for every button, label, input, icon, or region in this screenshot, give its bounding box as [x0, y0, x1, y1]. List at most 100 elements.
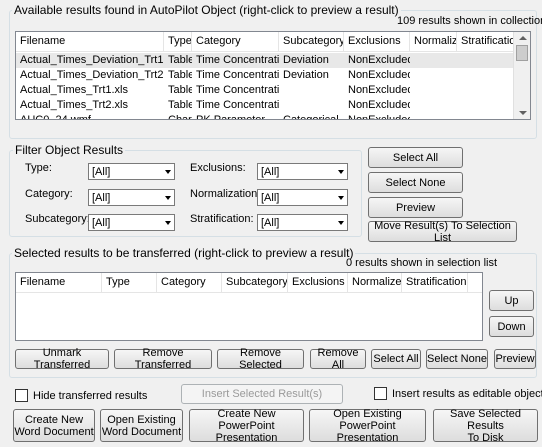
selected-results-count: 0 results shown in selection list [346, 257, 498, 269]
cell-type: Table [168, 54, 192, 66]
remove-selected-button[interactable]: Remove Selected [217, 347, 304, 371]
open-word-button[interactable]: Open Existing Word Document [100, 409, 183, 442]
chevron-down-icon [338, 221, 344, 225]
table-row[interactable]: AUC0_24.wmf Chart PK Parameter Categorical N… [16, 113, 515, 120]
cell-normalize [410, 68, 457, 83]
create-powerpoint-button[interactable]: Create New PowerPoint Presentation [189, 408, 304, 444]
insert-editable-label: Insert results as editable objects [392, 388, 542, 400]
save-to-disk-button[interactable]: Save Selected Results To Disk [433, 408, 538, 444]
exclusions-dropdown[interactable]: [All] [257, 163, 348, 180]
column-header-stratification[interactable]: Stratification [402, 273, 468, 293]
category-label: Category: [25, 188, 73, 200]
category-dropdown[interactable]: [All] [88, 189, 175, 206]
cell-category: Time Concentration [196, 54, 279, 66]
list-preview-button[interactable]: Preview [494, 349, 536, 369]
column-header-exclusions[interactable]: Exclusions [344, 32, 410, 52]
scroll-thumb[interactable] [516, 45, 528, 61]
select-all-button[interactable]: Select All [368, 147, 463, 168]
available-results-list[interactable]: Filename Type Category Subcategory Exclu… [15, 31, 531, 120]
available-results-header: Filename Type Category Subcategory Exclu… [16, 32, 530, 52]
stratification-label: Stratification: [190, 213, 254, 225]
cell-normalize [410, 53, 457, 68]
cell-type: Table [168, 69, 192, 81]
subcategory-dropdown[interactable]: [All] [88, 214, 175, 231]
type-dropdown-value: [All] [92, 166, 111, 178]
cell-subcategory [279, 98, 344, 113]
cell-subcategory: Deviation [283, 69, 329, 81]
table-row[interactable]: Actual_Times_Trt1.xls Table Time Concentra… [16, 83, 515, 98]
chevron-down-icon [165, 196, 171, 200]
unmark-transferred-button[interactable]: Unmark Transferred [15, 347, 109, 371]
scroll-down-arrow-icon[interactable] [519, 111, 527, 115]
select-none-button[interactable]: Select None [368, 172, 463, 193]
chevron-down-icon [338, 196, 344, 200]
cell-subcategory: Categorical [283, 114, 339, 120]
cell-stratification [457, 83, 515, 98]
hide-transferred-checkbox[interactable] [15, 389, 28, 402]
column-header-category[interactable]: Category [157, 273, 222, 293]
cell-type: Table [168, 84, 192, 96]
column-header-type[interactable]: Type [102, 273, 157, 293]
table-row[interactable]: Actual_Times_Deviation_Trt1.xls Table Time… [16, 53, 515, 68]
table-row[interactable]: Actual_Times_Deviation_Trt2.xls Table Time… [16, 68, 515, 83]
cell-exclusions: NonExcluded [348, 99, 410, 111]
cell-subcategory: Deviation [283, 54, 329, 66]
cell-category: PK Parameter [196, 114, 266, 120]
column-header-filename[interactable]: Filename [16, 32, 164, 52]
type-label: Type: [25, 162, 52, 174]
column-header-filename[interactable]: Filename [16, 273, 102, 293]
normalizations-dropdown-value: [All] [261, 192, 280, 204]
cell-normalize [410, 98, 457, 113]
selected-results-title: Selected results to be transferred (righ… [12, 246, 356, 260]
cell-exclusions: NonExcluded [348, 114, 410, 120]
move-down-button[interactable]: Down [489, 316, 534, 337]
open-powerpoint-button[interactable]: Open Existing PowerPoint Presentation [309, 408, 426, 444]
list-select-none-button[interactable]: Select None [426, 349, 488, 369]
column-header-normalize[interactable]: Normalize [410, 32, 457, 52]
available-results-scrollbar[interactable] [513, 32, 530, 119]
preview-button[interactable]: Preview [368, 197, 463, 218]
cell-stratification [457, 53, 515, 68]
selected-results-list[interactable]: Filename Type Category Subcategory Exclu… [15, 272, 483, 341]
normalizations-label: Normalizations: [190, 188, 266, 200]
column-header-stratification[interactable]: Stratification [457, 32, 515, 52]
subcategory-label: Subcategory: [25, 213, 90, 225]
scroll-up-arrow-icon[interactable] [519, 36, 527, 40]
type-dropdown[interactable]: [All] [88, 163, 175, 180]
move-to-selection-button[interactable]: Move Result(s) To Selection List [368, 220, 517, 244]
cell-category: Time Concentration [196, 99, 279, 111]
column-header-subcategory[interactable]: Subcategory [279, 32, 344, 52]
exclusions-dropdown-value: [All] [261, 166, 280, 178]
cell-exclusions: NonExcluded [348, 54, 410, 66]
available-results-title: Available results found in AutoPilot Obj… [12, 3, 401, 17]
chevron-down-icon [165, 170, 171, 174]
cell-subcategory [279, 83, 344, 98]
filter-title: Filter Object Results [13, 143, 126, 157]
subcategory-dropdown-value: [All] [92, 217, 111, 229]
remove-all-button[interactable]: Remove All [310, 347, 366, 371]
column-header-category[interactable]: Category [192, 32, 279, 52]
list-select-all-button[interactable]: Select All [371, 349, 421, 369]
column-header-normalize[interactable]: Normalize [348, 273, 402, 293]
create-word-button[interactable]: Create New Word Document [13, 409, 95, 442]
insert-editable-checkbox[interactable] [374, 387, 387, 400]
move-up-button[interactable]: Up [489, 290, 534, 311]
cell-filename: Actual_Times_Deviation_Trt2.xls [20, 69, 164, 81]
cell-type: Chart [168, 114, 192, 120]
column-header-type[interactable]: Type [164, 32, 192, 52]
table-row[interactable]: Actual_Times_Trt2.xls Table Time Concentra… [16, 98, 515, 113]
cell-filename: Actual_Times_Trt2.xls [20, 99, 128, 111]
column-header-subcategory[interactable]: Subcategory [222, 273, 288, 293]
cell-filename: Actual_Times_Deviation_Trt1.xls [20, 54, 164, 66]
cell-filename: Actual_Times_Trt1.xls [20, 84, 128, 96]
category-dropdown-value: [All] [92, 192, 111, 204]
remove-transferred-button[interactable]: Remove Transferred [114, 347, 212, 371]
cell-stratification [457, 113, 515, 119]
insert-selected-button[interactable]: Insert Selected Result(s) [181, 384, 343, 404]
cell-category: Time Concentration [196, 69, 279, 81]
available-results-count: 109 results shown in collection list [397, 15, 542, 27]
cell-exclusions: NonExcluded [348, 84, 410, 96]
column-header-exclusions[interactable]: Exclusions [288, 273, 348, 293]
stratification-dropdown[interactable]: [All] [257, 214, 348, 231]
normalizations-dropdown[interactable]: [All] [257, 189, 348, 206]
